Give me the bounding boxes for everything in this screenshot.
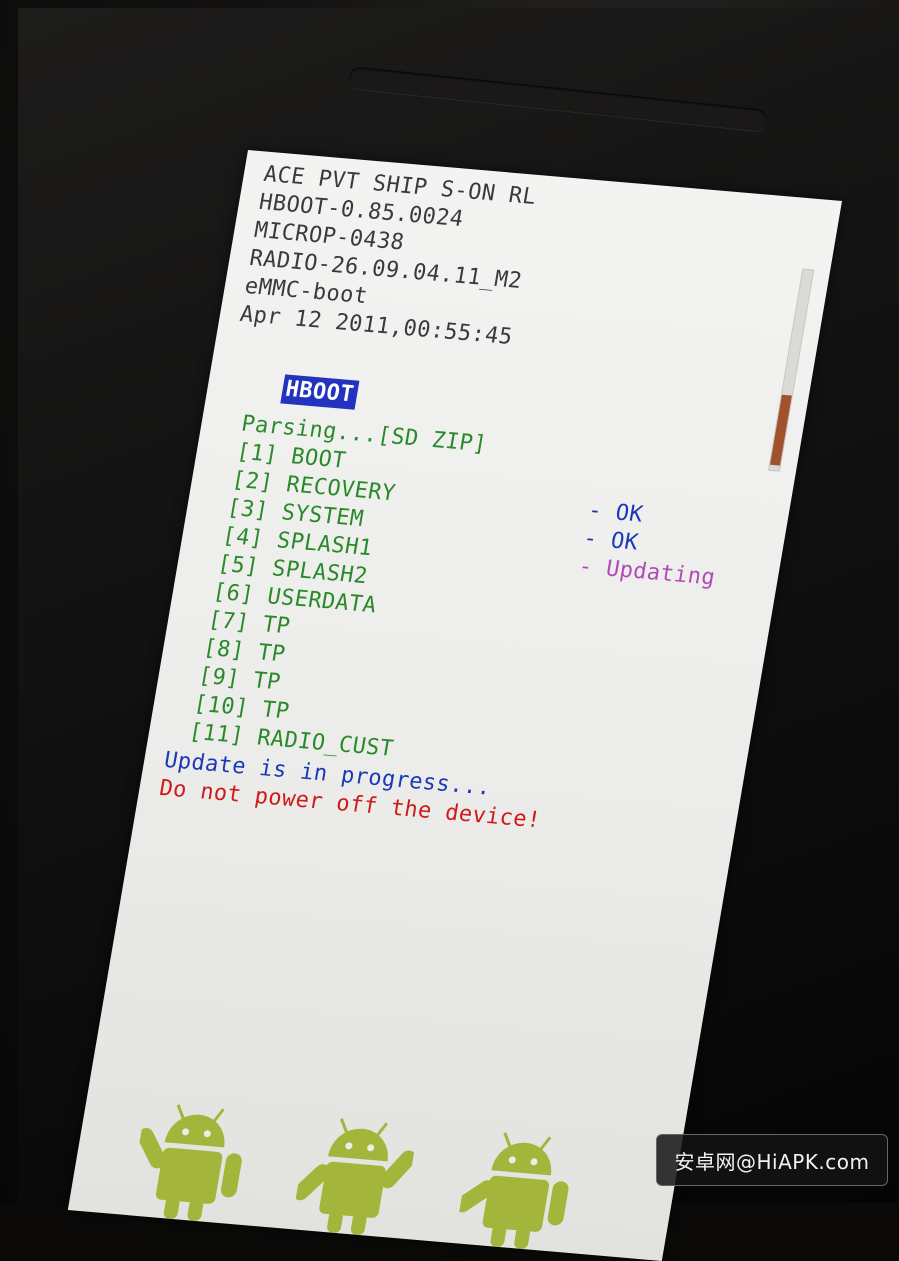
status-ok: - OK [581,526,641,556]
android-robot-icon [292,1118,417,1235]
android-robot-icon [137,1104,242,1221]
partition-item: [7] TP [206,607,293,640]
hboot-mode-label[interactable]: HBOOT [280,374,360,410]
scrollbar-thumb [770,394,792,466]
build-date-line: Apr 12 2011,00:55:45 [238,301,515,351]
android-robots [68,1090,682,1261]
partition-item: [8] TP [201,635,288,668]
android-robot-icon [454,1132,569,1249]
status-updating: - Updating [576,554,718,591]
site-watermark: 安卓网@HiAPK.com [656,1134,888,1186]
partition-item: [10] TP [191,691,292,725]
partition-item: [9] TP [196,663,283,696]
status-ok: - OK [586,498,646,528]
